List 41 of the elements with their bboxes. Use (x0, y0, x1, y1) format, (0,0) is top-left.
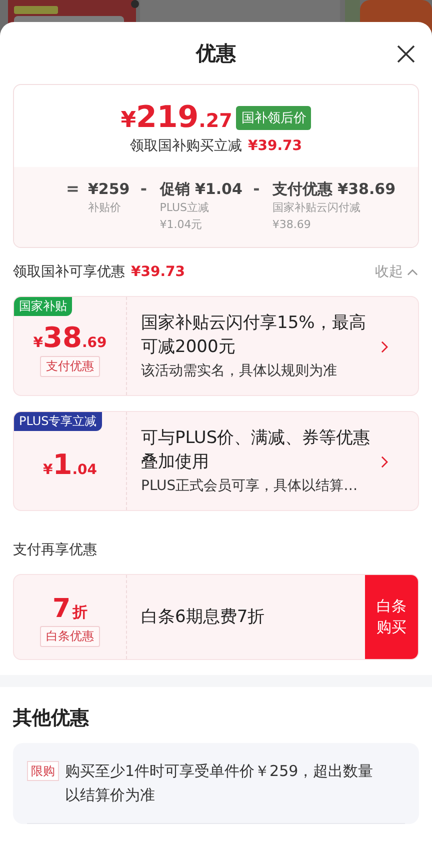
section-amount: ¥39.73 (131, 264, 186, 280)
coupon-card[interactable]: PLUS专享立减 ¥1.04 可与PLUS价、满减、券等优惠叠加使用 PLUS正式会员可享，具体以结算… (13, 411, 419, 511)
offer-tag: 限购 (27, 761, 59, 781)
coupon-card[interactable]: 国家补贴 ¥38.69 支付优惠 国家补贴云闪付享15%，最高可减2000元 该活动需实名，具体以规则为准 (13, 296, 419, 396)
breakdown-note: PLUS立减 (160, 200, 210, 216)
coupon-tag: PLUS专享立减 (14, 412, 102, 431)
operator: - (252, 179, 261, 199)
coupon-amount: ¥1.04 (42, 451, 98, 479)
coupon-tag: 国家补贴 (14, 297, 72, 316)
breakdown-note: 补贴价 (88, 200, 122, 216)
breakdown-note: ¥38.69 (272, 217, 312, 233)
close-icon[interactable] (396, 44, 416, 64)
coupon-note: PLUS正式会员可享，具体以结算… (141, 477, 359, 496)
breakdown-value: 促销 ¥1.04 (160, 179, 242, 199)
buy-button[interactable]: 白条购买 (365, 575, 418, 659)
discount-label: 领取国补购买立减 (130, 137, 242, 155)
chevron-right-icon (381, 456, 388, 468)
coupon-amount: ¥38.69 (33, 324, 107, 352)
coupon-type-label: 支付优惠 (40, 356, 100, 376)
operator: - (139, 179, 148, 199)
breakdown-note: ¥1.04元 (160, 217, 204, 233)
breakdown-value: ¥259 (88, 179, 130, 199)
offer-text: 购买至少1件时可享受单件价￥259，超出数量以结算价为准 (65, 761, 374, 806)
breakdown-value: 支付优惠 ¥38.69 (272, 179, 396, 199)
offer-value: 7 折 (52, 596, 88, 622)
discount-amount: ¥39.73 (248, 138, 302, 154)
price-badge: 国补领后价 (236, 106, 312, 130)
offer-title: 白条6期息费7折 (141, 606, 266, 629)
chevron-up-icon (407, 268, 418, 276)
section-title: 支付再享优惠 (13, 541, 97, 559)
final-price: ¥219.27 (120, 103, 232, 133)
chevron-right-icon (381, 341, 388, 353)
coupon-title: 可与PLUS价、满减、券等优惠叠加使用 (141, 427, 372, 474)
sheet-title: 优惠 (196, 40, 236, 66)
coupon-note: 该活动需实名，具体以规则为准 (141, 362, 338, 381)
section-title: 领取国补可享优惠 (13, 263, 125, 281)
section-heading: 其他优惠 (12, 706, 90, 731)
breakdown-note: 国家补贴云闪付减 (272, 200, 362, 216)
offer-type-label: 白条优惠 (40, 626, 100, 646)
operator: = (66, 179, 78, 199)
coupon-title: 国家补贴云闪付享15%，最高可减2000元 (141, 312, 367, 359)
